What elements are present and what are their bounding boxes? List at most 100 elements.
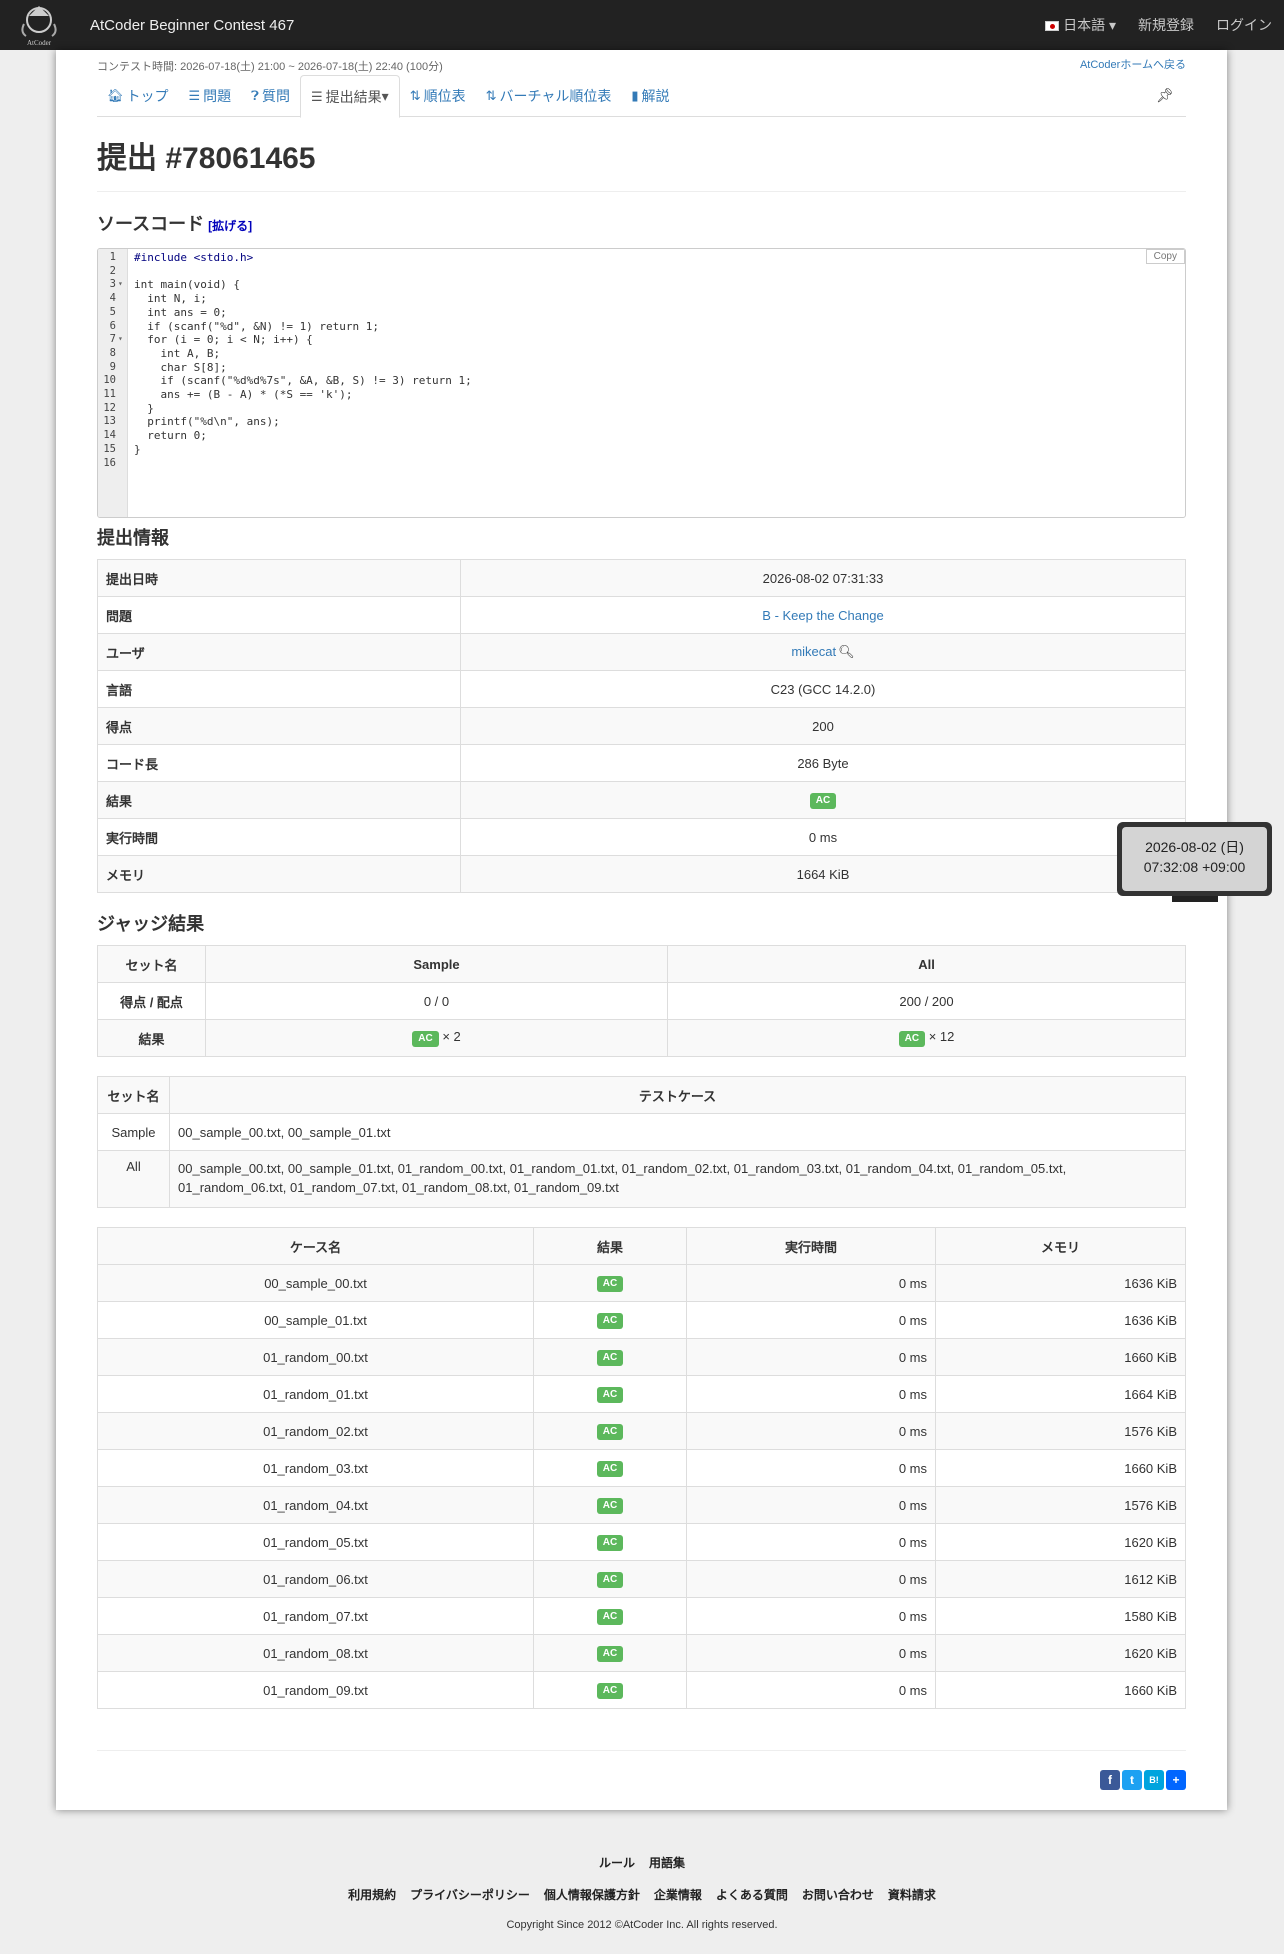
fold-toggle-icon[interactable]: ▾ bbox=[118, 279, 123, 288]
set-name: Sample bbox=[97, 1113, 170, 1151]
column-header: セット名 bbox=[97, 945, 206, 983]
judge-result-table: セット名 Sample All 得点 / 配点 0 / 0 200 / 200 … bbox=[97, 945, 1186, 1057]
table-row: メモリ 1664 KiB bbox=[97, 855, 1186, 893]
info-key: ユーザ bbox=[97, 633, 461, 671]
info-key: 実行時間 bbox=[97, 818, 461, 856]
tab-label: トップ bbox=[126, 88, 169, 104]
table-row: 01_random_05.txt AC 0 ms 1620 KiB bbox=[97, 1523, 1186, 1561]
footer-link[interactable]: ルール bbox=[599, 1854, 635, 1871]
all-score: 200 / 200 bbox=[667, 982, 1186, 1020]
fold-toggle-icon[interactable]: ▾ bbox=[118, 334, 123, 343]
line-number: 4 bbox=[109, 292, 116, 305]
tab-editorial[interactable]: ▮ 解説 bbox=[621, 75, 679, 117]
case-name: 01_random_01.txt bbox=[97, 1375, 534, 1413]
plus-icon[interactable]: + bbox=[1166, 1770, 1186, 1790]
atcoder-logo[interactable]: AtCoder bbox=[14, 0, 64, 50]
table-row: 実行時間 0 ms bbox=[97, 818, 1186, 856]
table-row: 問題 B - Keep the Change bbox=[97, 596, 1186, 634]
case-result: AC bbox=[533, 1486, 687, 1524]
table-row: All 00_sample_00.txt, 00_sample_01.txt, … bbox=[97, 1150, 1186, 1208]
tab-label: 解説 bbox=[641, 88, 670, 104]
login-link[interactable]: ログイン bbox=[1216, 15, 1272, 35]
divider bbox=[97, 1750, 1186, 1751]
atcoder-home-link[interactable]: AtCoderホームへ戻る bbox=[1080, 56, 1186, 72]
tab-standings[interactable]: ⇅ 順位表 bbox=[400, 75, 476, 117]
footer-link[interactable]: お問い合わせ bbox=[802, 1886, 874, 1903]
case-name: 01_random_08.txt bbox=[97, 1634, 534, 1672]
status-badge: AC bbox=[596, 1424, 624, 1440]
code-line: return 0; bbox=[134, 429, 207, 443]
tab-label: 問題 bbox=[203, 88, 232, 104]
twitter-icon[interactable]: t bbox=[1122, 1770, 1142, 1790]
user-link[interactable]: mikecat bbox=[791, 644, 836, 659]
hatena-icon[interactable]: B! bbox=[1144, 1770, 1164, 1790]
memory-value: 1664 KiB bbox=[460, 855, 1186, 893]
footer-link[interactable]: 企業情報 bbox=[654, 1886, 702, 1903]
main-panel: コンテスト時間: 2026-07-18(土) 21:00 ~ 2026-07-1… bbox=[56, 50, 1227, 1810]
tab-top[interactable]: 🏠︎ トップ bbox=[97, 75, 179, 117]
footer-link[interactable]: 利用規約 bbox=[348, 1886, 396, 1903]
status-badge: AC bbox=[596, 1350, 624, 1366]
footer-link[interactable]: 用語集 bbox=[649, 1854, 685, 1871]
column-header: 実行時間 bbox=[686, 1227, 936, 1265]
signup-link[interactable]: 新規登録 bbox=[1138, 15, 1194, 35]
info-value: B - Keep the Change bbox=[460, 596, 1186, 634]
case-time: 0 ms bbox=[686, 1597, 936, 1635]
table-row: 01_random_08.txt AC 0 ms 1620 KiB bbox=[97, 1634, 1186, 1672]
tab-virtual-standings[interactable]: ⇅ バーチャル順位表 bbox=[476, 75, 622, 117]
case-time: 0 ms bbox=[686, 1523, 936, 1561]
case-name: 01_random_07.txt bbox=[97, 1597, 534, 1635]
code-line: printf("%d\n", ans); bbox=[134, 415, 280, 429]
case-name: 00_sample_01.txt bbox=[97, 1301, 534, 1339]
language-dropdown[interactable]: 日本語 ▾ bbox=[1045, 15, 1116, 35]
case-memory: 1620 KiB bbox=[935, 1634, 1186, 1672]
code-line: int A, B; bbox=[134, 346, 221, 360]
table-row: Sample 00_sample_00.txt, 00_sample_01.tx… bbox=[97, 1113, 1186, 1151]
table-row: コード長 286 Byte bbox=[97, 744, 1186, 782]
info-key: 言語 bbox=[97, 670, 461, 708]
tab-submissions[interactable]: ☰ 提出結果 ▾ bbox=[300, 75, 400, 118]
search-icon[interactable]: 🔍︎ bbox=[838, 644, 855, 659]
table-row: 01_random_01.txt AC 0 ms 1664 KiB bbox=[97, 1375, 1186, 1413]
table-row: ユーザ mikecat 🔍︎ bbox=[97, 633, 1186, 671]
case-result: AC bbox=[533, 1597, 687, 1635]
footer-link[interactable]: よくある質問 bbox=[716, 1886, 788, 1903]
case-time: 0 ms bbox=[686, 1449, 936, 1487]
column-header: 結果 bbox=[533, 1227, 687, 1265]
copy-button[interactable]: Copy bbox=[1145, 249, 1185, 264]
status-badge: AC bbox=[596, 1646, 624, 1662]
all-result: AC × 12 bbox=[667, 1019, 1186, 1057]
tab-label: バーチャル順位表 bbox=[499, 88, 612, 104]
result-count: × 2 bbox=[442, 1029, 461, 1044]
problem-link[interactable]: B - Keep the Change bbox=[762, 608, 883, 623]
table-row: 得点 200 bbox=[97, 707, 1186, 745]
facebook-icon[interactable]: f bbox=[1100, 1770, 1120, 1790]
line-number: 2 bbox=[109, 264, 116, 277]
footer-link[interactable]: 個人情報保護方針 bbox=[544, 1886, 640, 1903]
pin-icon[interactable]: 📌︎ bbox=[1156, 87, 1174, 104]
source-code-box[interactable]: Copy 1 #include <stdio.h> 2 3 ▾ int main(void… bbox=[97, 248, 1186, 518]
table-row: 結果 AC bbox=[97, 781, 1186, 819]
line-number: 3 bbox=[109, 278, 116, 291]
line-number: 7 bbox=[109, 333, 116, 346]
case-result: AC bbox=[533, 1560, 687, 1598]
contest-title-link[interactable]: AtCoder Beginner Contest 467 bbox=[90, 17, 294, 34]
home-icon: 🏠︎ bbox=[107, 88, 124, 103]
footer-link[interactable]: 資料請求 bbox=[888, 1886, 936, 1903]
case-memory: 1576 KiB bbox=[935, 1486, 1186, 1524]
testcase-result-table: ケース名 結果 実行時間 メモリ 00_sample_00.txt AC 0 ms 1… bbox=[97, 1227, 1186, 1709]
japan-flag-icon bbox=[1045, 21, 1060, 32]
submission-time[interactable]: 2026-08-02 07:31:33 bbox=[460, 559, 1186, 597]
judge-result-heading: ジャッジ結果 bbox=[97, 914, 205, 934]
expand-link[interactable]: [拡げる] bbox=[208, 219, 252, 233]
tab-tasks[interactable]: ☰ 問題 bbox=[179, 75, 242, 117]
case-time: 0 ms bbox=[686, 1338, 936, 1376]
list-icon: ☰ bbox=[311, 88, 323, 104]
case-memory: 1612 KiB bbox=[935, 1560, 1186, 1598]
case-name: 01_random_06.txt bbox=[97, 1560, 534, 1598]
case-time: 0 ms bbox=[686, 1671, 936, 1709]
case-result: AC bbox=[533, 1338, 687, 1376]
copyright: Copyright Since 2012 ©AtCoder Inc. All r… bbox=[506, 1919, 778, 1931]
tab-clarifications[interactable]: ❓︎ 質問 bbox=[241, 75, 300, 117]
footer-link[interactable]: プライバシーポリシー bbox=[410, 1886, 530, 1903]
